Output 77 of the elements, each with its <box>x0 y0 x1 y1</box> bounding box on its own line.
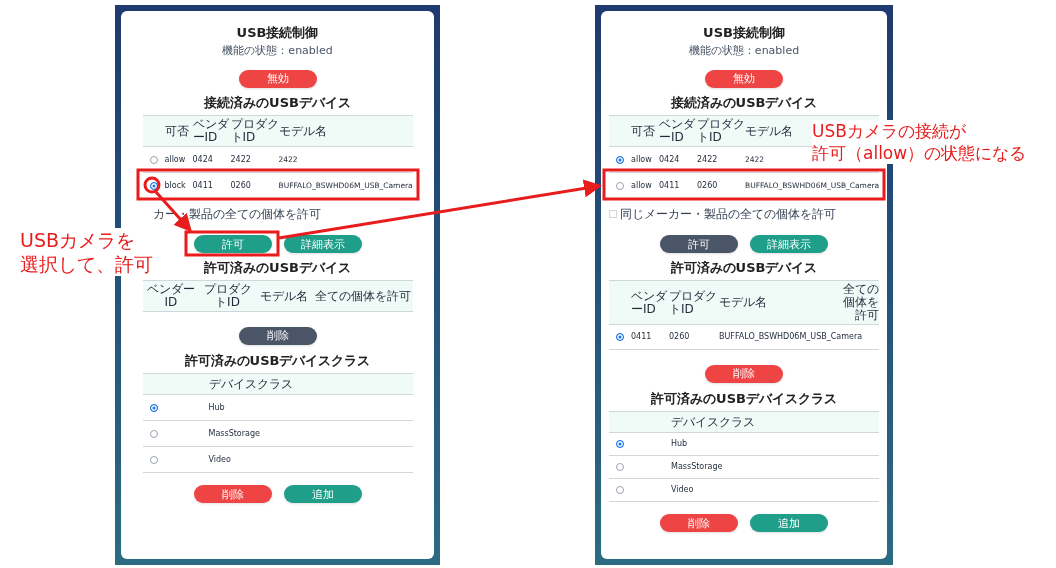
column-header: ベンダーID <box>659 118 696 144</box>
radio-button[interactable] <box>616 463 624 471</box>
section-heading: 許可済みのUSBデバイス <box>204 260 351 276</box>
column-header: 全ての個体を許可 <box>313 289 412 303</box>
checkbox-label: 同じメーカー・製品の全ての個体を許可 <box>620 207 836 221</box>
pill-button[interactable]: 削除 <box>193 485 272 503</box>
column-header: デバイスクラス <box>671 415 755 429</box>
column-header: プロダクトID <box>697 118 745 144</box>
table-cell-text: 2422 <box>697 153 719 166</box>
column-header: 可否 <box>164 124 189 138</box>
column-header: モデル名 <box>745 124 793 138</box>
radio-button[interactable] <box>616 440 624 448</box>
table-cell-text: 0411 <box>631 331 653 343</box>
radio-button[interactable] <box>149 403 158 412</box>
column-header: モデル名 <box>278 124 327 138</box>
table-cell-text: 0424 <box>659 153 681 166</box>
table-cell: Video <box>208 453 231 466</box>
pill-button[interactable]: 詳細表示 <box>750 235 828 253</box>
table-cell-text: BUFFALO_BSWHD06M_USB_Camera <box>719 331 864 343</box>
table-cell-text: 0424 <box>192 153 214 166</box>
table-cell: Video <box>671 484 694 496</box>
section-heading: 許可済みのUSBデバイスクラス <box>184 353 371 369</box>
pill-button[interactable]: 削除 <box>705 364 783 383</box>
pill-button[interactable]: 許可 <box>193 235 272 253</box>
table-cell-text: 0260 <box>697 179 719 192</box>
table-cell-text: allow <box>631 179 653 192</box>
status-text: 機能の状態：enabled <box>688 44 800 57</box>
table-cell-text: allow <box>164 153 187 166</box>
window-title: USB接続制御 <box>703 25 785 41</box>
table-cell-text: 0260 <box>669 331 691 343</box>
column-header: プロダクトID <box>202 283 253 309</box>
column-header: 全ての個体を許可 <box>842 283 879 322</box>
radio-button[interactable] <box>149 155 158 164</box>
radio-button[interactable] <box>149 429 158 438</box>
section-heading: 許可済みのUSBデバイス <box>670 260 818 276</box>
annotation-text: USBカメラの接続が 許可（allow）の状態になる <box>812 120 1027 164</box>
annotation-text: USBカメラを 選択して、許可 <box>20 228 153 276</box>
table-cell: Hub <box>208 401 225 414</box>
table-cell-text: 0260 <box>230 179 252 192</box>
column-header: ベンダーID <box>192 118 230 144</box>
pill-button[interactable]: 無効 <box>705 69 783 88</box>
column-header: ベンダーID <box>631 289 668 316</box>
pill-button[interactable]: 詳細表示 <box>283 235 362 253</box>
column-header: 可否 <box>631 124 655 138</box>
table-cell: MassStorage <box>208 427 260 440</box>
radio-button[interactable] <box>616 155 624 164</box>
pill-button[interactable]: 削除 <box>660 514 738 532</box>
pill-button[interactable]: 無効 <box>238 69 317 88</box>
pill-button[interactable]: 削除 <box>238 326 317 345</box>
section-heading: 接続済みのUSBデバイス <box>204 95 351 111</box>
radio-button[interactable] <box>149 455 158 464</box>
section-heading: 接続済みのUSBデバイス <box>670 95 818 111</box>
table-cell: MassStorage <box>671 461 723 473</box>
pill-button[interactable]: 追加 <box>750 514 828 532</box>
window-title: USB接続制御 <box>236 25 319 41</box>
radio-button[interactable] <box>616 333 624 341</box>
table-cell-text: 0411 <box>659 179 681 192</box>
column-header: モデル名 <box>719 296 768 309</box>
radio-button[interactable] <box>149 181 158 190</box>
table-cell: Hub <box>671 438 688 450</box>
radio-button[interactable] <box>616 181 624 190</box>
radio-button[interactable] <box>616 486 624 494</box>
column-header: プロダクトID <box>230 118 279 144</box>
highlight-circle <box>143 176 161 194</box>
table-cell-text: allow <box>631 153 653 166</box>
column-header: ベンダーID <box>145 283 196 309</box>
table-cell-text: 0411 <box>192 179 214 192</box>
table-cell-text: block <box>164 179 187 192</box>
column-header: モデル名 <box>259 289 310 303</box>
section-heading: 許可済みのUSBデバイスクラス <box>651 391 837 407</box>
column-header: デバイスクラス <box>208 377 293 391</box>
status-text: 機能の状態：enabled <box>222 44 333 57</box>
column-header: プロダクトID <box>669 289 718 316</box>
table-cell-text: 2422 <box>230 153 252 166</box>
pill-button[interactable]: 許可 <box>660 235 738 253</box>
checkbox[interactable] <box>609 210 617 218</box>
pill-button[interactable]: 追加 <box>283 485 362 503</box>
